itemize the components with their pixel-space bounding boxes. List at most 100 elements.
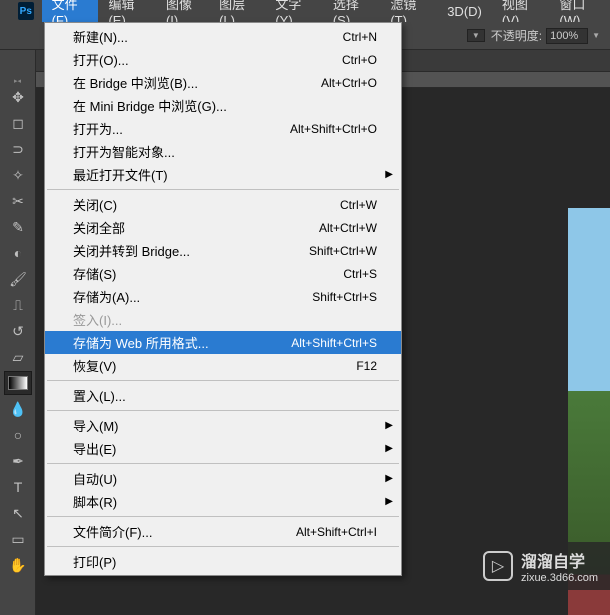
menu-item[interactable]: 最近打开文件(T) ▶ (45, 163, 401, 186)
app-logo: Ps (18, 2, 34, 20)
menu-item-label: 存储为 Web 所用格式... (73, 333, 291, 352)
menu-view[interactable]: 视图(V) (492, 0, 550, 22)
menu-item-shortcut: Ctrl+O (342, 53, 377, 67)
menu-item[interactable]: 自动(U) ▶ (45, 467, 401, 490)
menu-item[interactable]: 存储为(A)...Shift+Ctrl+S (45, 285, 401, 308)
menu-item-label: 存储为(A)... (73, 287, 312, 306)
hand-tool-icon[interactable]: ✋ (4, 553, 32, 577)
menu-item-shortcut: Shift+Ctrl+S (312, 290, 377, 304)
menu-item[interactable]: 导入(M)▶ (45, 414, 401, 437)
menu-select[interactable]: 选择(S) (323, 0, 381, 22)
menu-edit[interactable]: 编辑(E) (98, 0, 156, 22)
menu-type[interactable]: 文字(Y) (265, 0, 323, 22)
menu-item-shortcut: Ctrl+N (343, 30, 377, 44)
menu-item-shortcut: Ctrl+W (340, 198, 377, 212)
watermark-title: 溜溜自学 (521, 548, 598, 572)
pen-tool-icon[interactable]: ✒ (4, 449, 32, 473)
menu-image[interactable]: 图像(I) (156, 0, 209, 22)
menu-3d[interactable]: 3D(D) (437, 0, 492, 22)
menu-item[interactable]: 在 Bridge 中浏览(B)...Alt+Ctrl+O (45, 71, 401, 94)
menu-item-label: 打开为智能对象... (73, 142, 377, 161)
menu-item-label: 打开为... (73, 119, 290, 138)
wand-tool-icon[interactable]: ✧ (4, 163, 32, 187)
menu-item[interactable]: 关闭并转到 Bridge...Shift+Ctrl+W (45, 239, 401, 262)
stamp-tool-icon[interactable]: ⎍ (4, 293, 32, 317)
toolbox-handle[interactable]: ▸◂ (0, 78, 35, 84)
menu-item-label: 恢复(V) (73, 356, 356, 375)
menu-item[interactable]: 导出(E) ▶ (45, 437, 401, 460)
menu-item-label: 脚本(R) (73, 492, 377, 511)
menu-item[interactable]: 文件简介(F)...Alt+Shift+Ctrl+I (45, 520, 401, 543)
menu-separator (47, 546, 399, 547)
mode-dropdown[interactable]: ▼ (467, 29, 485, 42)
menu-item-label: 关闭(C) (73, 195, 340, 214)
menu-item-label: 在 Bridge 中浏览(B)... (73, 73, 321, 92)
history-brush-tool-icon[interactable]: ↺ (4, 319, 32, 343)
marquee-tool-icon[interactable]: ◻ (4, 111, 32, 135)
menu-item-label: 在 Mini Bridge 中浏览(G)... (73, 96, 377, 115)
menu-item-label: 导入(M) (73, 416, 377, 435)
menu-window[interactable]: 窗口(W) (549, 0, 610, 22)
menu-item[interactable]: 在 Mini Bridge 中浏览(G)... (45, 94, 401, 117)
menu-separator (47, 189, 399, 190)
menu-filter[interactable]: 滤镜(T) (380, 0, 437, 22)
menu-item-shortcut: Alt+Shift+Ctrl+O (290, 122, 377, 136)
menu-item[interactable]: 打开(O)...Ctrl+O (45, 48, 401, 71)
menubar: Ps 文件(F) 编辑(E) 图像(I) 图层(L) 文字(Y) 选择(S) 滤… (0, 0, 610, 22)
file-dropdown-menu: 新建(N)...Ctrl+N打开(O)...Ctrl+O在 Bridge 中浏览… (44, 22, 402, 576)
watermark: ▷ 溜溜自学 zixue.3d66.com (475, 542, 610, 590)
menu-item-shortcut: Alt+Ctrl+W (319, 221, 377, 235)
crop-tool-icon[interactable]: ✂ (4, 189, 32, 213)
dodge-tool-icon[interactable]: ○ (4, 423, 32, 447)
menu-item-label: 打印(P) (73, 552, 377, 571)
menu-item[interactable]: 脚本(R) ▶ (45, 490, 401, 513)
move-tool-icon[interactable]: ✥ (4, 85, 32, 109)
menu-item[interactable]: 恢复(V)F12 (45, 354, 401, 377)
menu-item-shortcut: Alt+Shift+Ctrl+S (291, 336, 377, 350)
path-tool-icon[interactable]: ↖ (4, 501, 32, 525)
type-tool-icon[interactable]: T (4, 475, 32, 499)
menu-item-label: 关闭并转到 Bridge... (73, 241, 309, 260)
menu-item-shortcut: Shift+Ctrl+W (309, 244, 377, 258)
menu-item[interactable]: 新建(N)...Ctrl+N (45, 25, 401, 48)
menu-item-label: 存储(S) (73, 264, 343, 283)
shape-tool-icon[interactable]: ▭ (4, 527, 32, 551)
menu-item[interactable]: 打开为智能对象... (45, 140, 401, 163)
opacity-control: 不透明度: 100% ▼ (491, 27, 600, 44)
chevron-down-icon: ▼ (472, 31, 480, 40)
menu-item[interactable]: 存储为 Web 所用格式...Alt+Shift+Ctrl+S (45, 331, 401, 354)
menu-layer[interactable]: 图层(L) (209, 0, 265, 22)
menu-item-label: 新建(N)... (73, 27, 343, 46)
submenu-arrow-icon: ▶ (385, 496, 393, 507)
menu-item-label: 自动(U) (73, 469, 377, 488)
menu-separator (47, 380, 399, 381)
blur-tool-icon[interactable]: 💧 (4, 397, 32, 421)
menu-item[interactable]: 打开为...Alt+Shift+Ctrl+O (45, 117, 401, 140)
menu-item-label: 导出(E) (73, 439, 377, 458)
submenu-arrow-icon: ▶ (385, 443, 393, 454)
menu-item[interactable]: 存储(S)Ctrl+S (45, 262, 401, 285)
gradient-tool-icon[interactable] (4, 371, 32, 395)
eyedropper-tool-icon[interactable]: ✎ (4, 215, 32, 239)
menu-item-label: 置入(L)... (73, 386, 377, 405)
menu-item-shortcut: Alt+Shift+Ctrl+I (296, 525, 377, 539)
menu-file[interactable]: 文件(F) (42, 0, 99, 22)
submenu-arrow-icon: ▶ (385, 169, 393, 180)
brush-tool-icon[interactable]: 🖌 (4, 267, 32, 291)
menu-item-shortcut: Ctrl+S (343, 267, 377, 281)
play-icon: ▷ (483, 551, 513, 581)
lasso-tool-icon[interactable]: ⊃ (4, 137, 32, 161)
healing-tool-icon[interactable]: ◐ (4, 241, 32, 265)
menu-item-label: 最近打开文件(T) (73, 165, 377, 184)
menu-item[interactable]: 打印(P) (45, 550, 401, 573)
menu-item[interactable]: 置入(L)... (45, 384, 401, 407)
submenu-arrow-icon: ▶ (385, 473, 393, 484)
chevron-down-icon[interactable]: ▼ (592, 31, 600, 40)
menu-item[interactable]: 关闭(C)Ctrl+W (45, 193, 401, 216)
menu-item[interactable]: 关闭全部Alt+Ctrl+W (45, 216, 401, 239)
opacity-input[interactable]: 100% (546, 28, 588, 44)
toolbox: ▸◂ ✥ ◻ ⊃ ✧ ✂ ✎ ◐ 🖌 ⎍ ↺ ▱ 💧 ○ ✒ T ↖ ▭ ✋ (0, 50, 36, 615)
menu-separator (47, 463, 399, 464)
eraser-tool-icon[interactable]: ▱ (4, 345, 32, 369)
menu-item-shortcut: F12 (356, 359, 377, 373)
